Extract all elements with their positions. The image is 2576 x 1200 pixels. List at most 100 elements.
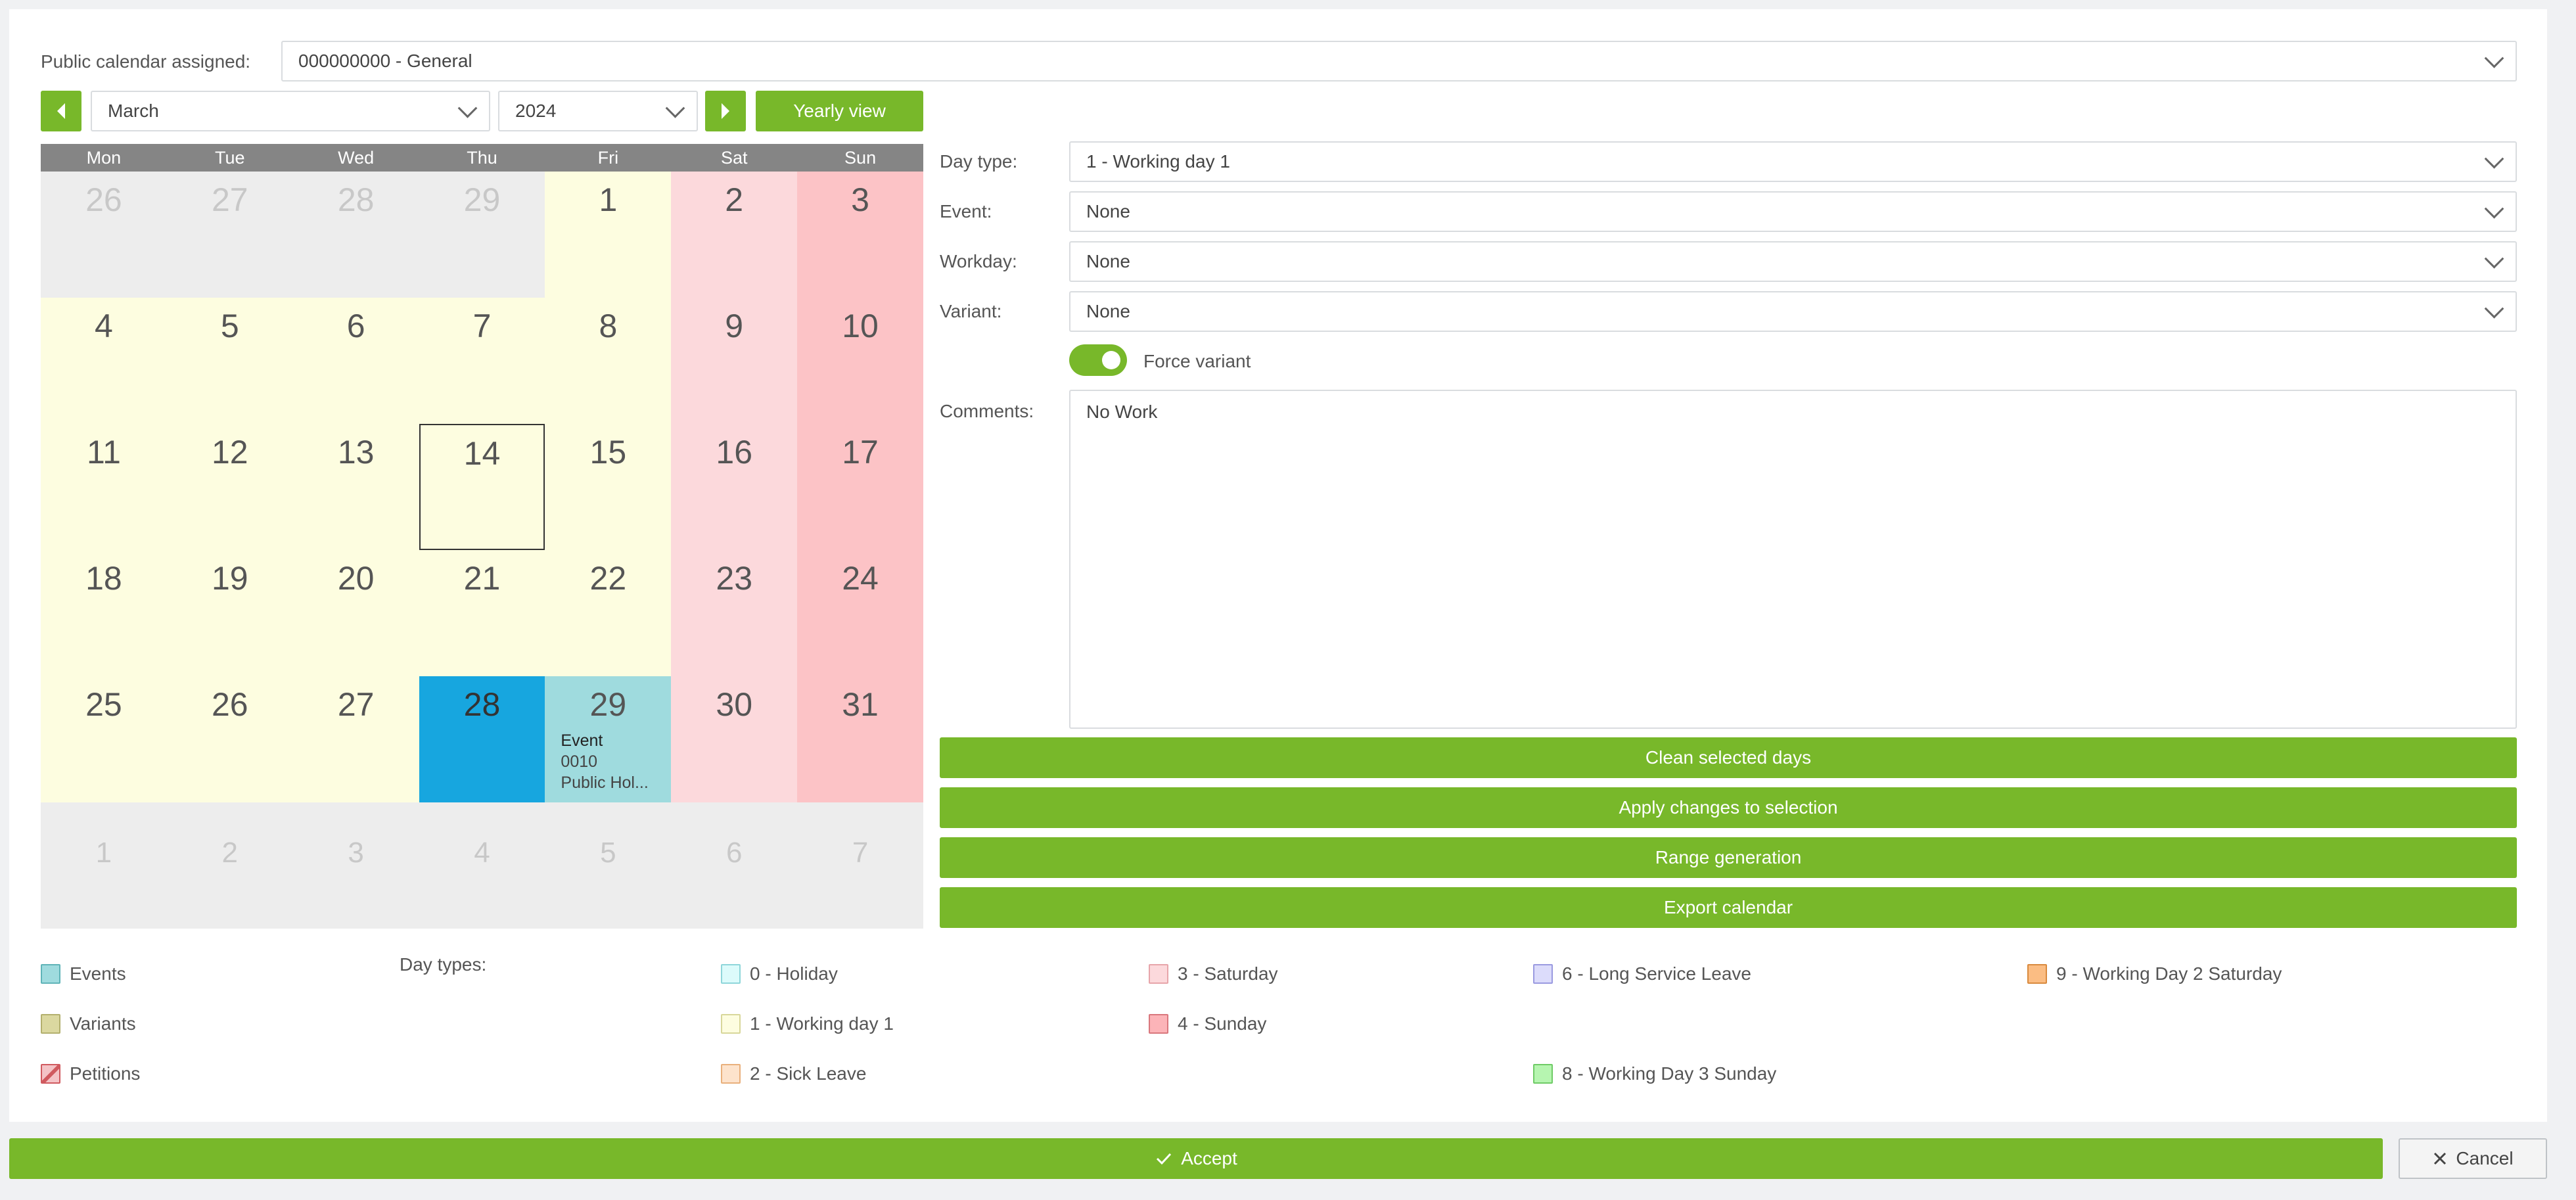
legend-label: 8 - Working Day 3 Sunday	[1562, 1063, 1777, 1084]
legend-variants-swatch	[41, 1014, 60, 1034]
day-number: 13	[337, 434, 375, 471]
force-variant-toggle[interactable]	[1069, 344, 1127, 376]
day-number: 10	[842, 308, 879, 344]
event-line: 0010	[561, 752, 598, 771]
day-number: 7	[852, 837, 869, 869]
legend-type-holiday: 0 - Holiday	[721, 964, 838, 984]
clean-selected-days-button[interactable]: Clean selected days	[940, 737, 2517, 778]
cancel-label: Cancel	[2456, 1148, 2514, 1168]
day-number: 1	[599, 181, 618, 218]
calendar-day-cell[interactable]: 30	[671, 676, 798, 802]
day-number: 3	[348, 837, 364, 869]
legend-label: 9 - Working Day 2 Saturday	[2056, 963, 2282, 984]
public-calendar-label: Public calendar assigned:	[41, 51, 251, 72]
calendar-day-cell[interactable]: 4	[419, 802, 545, 929]
day-number: 28	[337, 181, 375, 218]
calendar-day-cell[interactable]: 3	[797, 172, 923, 298]
legend-swatch	[721, 1014, 741, 1034]
calendar-day-cell[interactable]: 27	[166, 172, 293, 298]
day-number: 14	[463, 435, 501, 472]
calendar-day-cell[interactable]: 26	[166, 676, 293, 802]
day-type-value: 1 - Working day 1	[1086, 151, 1230, 172]
day-number: 27	[337, 686, 375, 723]
calendar-grid: 26 27 28 29 1 2 3 4 5 6 7 8 9 10 11 12 13 14 15 16 17 18 19 20 2…	[41, 172, 923, 929]
public-calendar-value: 000000000 - General	[298, 51, 472, 71]
legend-type-working-day-2-saturday: 9 - Working Day 2 Saturday	[2027, 964, 2282, 984]
day-number: 24	[842, 560, 879, 597]
day-number: 29	[589, 686, 627, 723]
calendar-day-cell[interactable]: 20	[292, 550, 419, 676]
legend-type-sick-leave: 2 - Sick Leave	[721, 1064, 866, 1084]
calendar-day-cell[interactable]: 19	[166, 550, 293, 676]
prev-month-button[interactable]	[41, 91, 81, 131]
calendar-day-cell[interactable]: 12	[166, 424, 293, 550]
day-number: 5	[600, 837, 616, 869]
calendar-day-cell[interactable]: 29 Event 0010 Public Hol...	[545, 676, 672, 802]
accept-button[interactable]: Accept	[9, 1138, 2383, 1179]
day-number: 7	[472, 308, 492, 344]
day-type-select[interactable]: 1 - Working day 1	[1069, 141, 2517, 182]
export-calendar-button[interactable]: Export calendar	[940, 887, 2517, 928]
calendar-day-cell[interactable]: 25	[41, 676, 167, 802]
legend-swatch	[1533, 964, 1553, 984]
chevron-down-icon	[457, 98, 478, 118]
legend-label: 0 - Holiday	[750, 963, 838, 984]
event-select[interactable]: None	[1069, 191, 2517, 232]
calendar-day-cell[interactable]: 8	[545, 298, 672, 424]
calendar-day-cell[interactable]: 2	[166, 802, 293, 929]
workday-select[interactable]: None	[1069, 241, 2517, 282]
legend-swatch	[1149, 964, 1168, 984]
calendar-day-cell[interactable]: 14	[419, 424, 545, 550]
calendar-day-cell[interactable]: 13	[292, 424, 419, 550]
calendar-day-cell[interactable]: 26	[41, 172, 167, 298]
legend-type-long-service-leave: 6 - Long Service Leave	[1533, 964, 1751, 984]
event-info: Event 0010 Public Hol...	[561, 730, 648, 793]
variant-select[interactable]: None	[1069, 291, 2517, 332]
calendar-day-cell[interactable]: 10	[797, 298, 923, 424]
calendar-day-cell[interactable]: 5	[166, 298, 293, 424]
calendar-day-cell[interactable]: 21	[419, 550, 545, 676]
calendar-day-cell[interactable]: 3	[292, 802, 419, 929]
weekday-thu: Thu	[467, 147, 497, 168]
calendar-day-cell[interactable]: 6	[292, 298, 419, 424]
apply-changes-button[interactable]: Apply changes to selection	[940, 787, 2517, 828]
calendar-day-cell[interactable]: 11	[41, 424, 167, 550]
calendar-day-cell[interactable]: 1	[545, 172, 672, 298]
yearly-view-button[interactable]: Yearly view	[756, 91, 923, 131]
comments-textarea[interactable]: No Work	[1069, 390, 2517, 729]
calendar-day-cell[interactable]: 23	[671, 550, 798, 676]
calendar-day-cell[interactable]: 22	[545, 550, 672, 676]
weekday-wed: Wed	[338, 147, 375, 168]
calendar-day-cell[interactable]: 27	[292, 676, 419, 802]
day-number: 6	[346, 308, 365, 344]
calendar-day-cell[interactable]: 7	[797, 802, 923, 929]
calendar-day-cell[interactable]: 9	[671, 298, 798, 424]
day-number: 11	[86, 434, 121, 471]
range-generation-button[interactable]: Range generation	[940, 837, 2517, 878]
calendar-day-cell[interactable]: 31	[797, 676, 923, 802]
calendar-day-cell[interactable]: 5	[545, 802, 672, 929]
calendar-day-cell[interactable]: 1	[41, 802, 167, 929]
calendar-day-cell[interactable]: 15	[545, 424, 672, 550]
day-types-label: Day types:	[400, 954, 487, 975]
day-number: 21	[463, 560, 501, 597]
next-month-button[interactable]	[705, 91, 746, 131]
calendar-day-cell[interactable]: 16	[671, 424, 798, 550]
calendar-day-cell[interactable]: 18	[41, 550, 167, 676]
month-select[interactable]: March	[91, 91, 490, 131]
calendar-day-cell[interactable]: 4	[41, 298, 167, 424]
public-calendar-select[interactable]: 000000000 - General	[281, 41, 2517, 81]
calendar-day-cell[interactable]: 24	[797, 550, 923, 676]
calendar-day-cell[interactable]: 17	[797, 424, 923, 550]
workday-value: None	[1086, 251, 1130, 271]
calendar-day-cell[interactable]: 29	[419, 172, 545, 298]
day-number: 29	[463, 181, 501, 218]
calendar-day-cell[interactable]: 6	[671, 802, 798, 929]
calendar-day-cell[interactable]: 2	[671, 172, 798, 298]
calendar-day-cell[interactable]: 7	[419, 298, 545, 424]
year-select[interactable]: 2024	[498, 91, 698, 131]
cancel-button[interactable]: Cancel	[2399, 1138, 2547, 1179]
calendar-day-cell[interactable]: 28	[419, 676, 545, 802]
legend-events: Events	[41, 964, 126, 984]
calendar-day-cell[interactable]: 28	[292, 172, 419, 298]
